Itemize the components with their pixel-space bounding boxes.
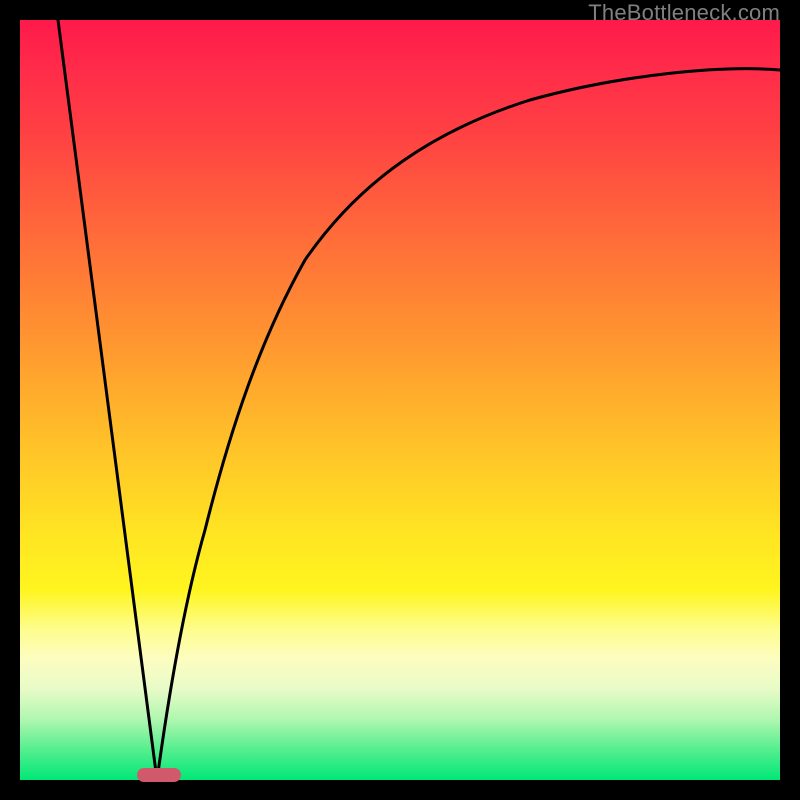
minimum-marker bbox=[137, 768, 181, 782]
chart-curves-svg bbox=[20, 20, 780, 780]
chart-container: TheBottleneck.com bbox=[0, 0, 800, 800]
plot-area bbox=[20, 20, 780, 780]
right-curve-path bbox=[157, 69, 780, 780]
left-slope-line bbox=[58, 20, 157, 780]
